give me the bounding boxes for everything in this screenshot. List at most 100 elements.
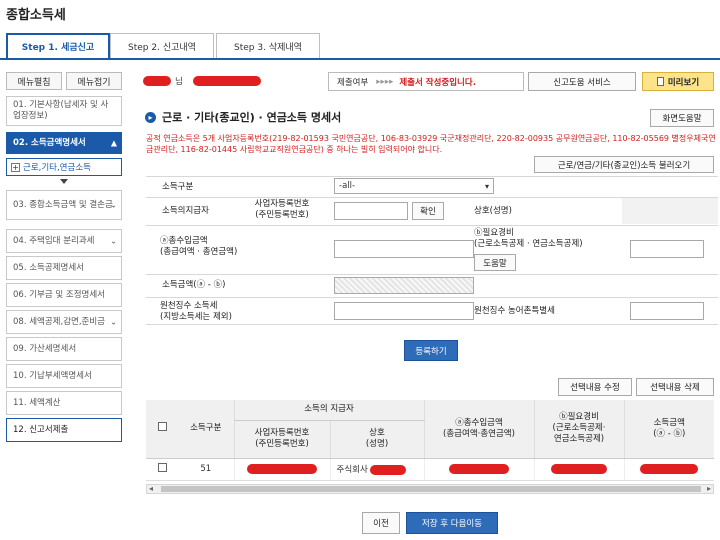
divider <box>146 297 718 298</box>
sidebar-subitem-label: 근로,기타,연금소득 <box>23 163 91 173</box>
menu-expand-button[interactable]: 메뉴펼침 <box>6 72 62 90</box>
income-table: 소득구분 소득의 지급자 ⓐ총수입금액 (총급여액·총연금액) ⓑ필요경비 (근… <box>146 400 714 494</box>
redacted-user-id <box>193 76 261 86</box>
menu-collapse-button[interactable]: 메뉴접기 <box>66 72 122 90</box>
divider <box>146 225 718 226</box>
chevron-down-icon: ▾ <box>484 181 489 191</box>
sidebar-item-basic-info[interactable]: 01. 기본사항(납세자 및 사업장정보) <box>6 96 122 126</box>
col-biz-no: 사업자등록번호 (주민등록번호) <box>233 420 330 459</box>
section-title: ▸ 근로 · 기타(종교인) · 연금소득 명세서 <box>145 109 341 125</box>
page-title: 종합소득세 <box>6 8 66 23</box>
register-button[interactable]: 등록하기 <box>404 340 458 361</box>
income-type-select[interactable]: -all- ▾ <box>334 178 494 194</box>
preview-label: 미리보기 <box>667 77 700 88</box>
row-expense <box>533 458 624 481</box>
tab-step1[interactable]: Step 1. 세금신고 <box>6 33 110 60</box>
tab-step3[interactable]: Step 3. 삭제내역 <box>216 33 320 59</box>
redacted-income-amount <box>640 464 699 474</box>
col-trade-name: 상호 (성명) <box>329 420 424 459</box>
expense-input[interactable] <box>630 240 704 258</box>
screen-help-button[interactable]: 화면도움말 <box>650 109 714 127</box>
sidebar-item-label: 11. 세액계산 <box>13 397 61 408</box>
total-income-label: ⓐ총수입금액 (총급여액 · 총연금액) <box>160 236 238 257</box>
redacted-trade-name <box>369 464 406 475</box>
chevron-down-icon: ⌄ <box>110 200 117 210</box>
status-label: 제출여부 <box>337 77 369 88</box>
select-all-checkbox[interactable] <box>157 422 167 432</box>
withholding-label: 원천징수 소득세 (지방소득세는 제외) <box>160 301 232 322</box>
sidebar-item-tax-credit[interactable]: 08. 세액공제,감면,준비금 ⌄ <box>6 310 122 334</box>
help-button[interactable]: 도움말 <box>474 254 516 271</box>
row-biz-no <box>233 458 330 481</box>
delete-selected-button[interactable]: 선택내용 삭제 <box>636 378 714 396</box>
section-title-text: 근로 · 기타(종교인) · 연금소득 명세서 <box>162 111 342 124</box>
biz-no-label: 사업자등록번호 (주민등록번호) <box>254 199 310 220</box>
scrollbar-thumb[interactable] <box>161 486 701 492</box>
edit-selected-button[interactable]: 선택내용 수정 <box>558 378 632 396</box>
caret-down-icon <box>60 179 68 184</box>
sidebar-item-label: 12. 신고서제출 <box>13 424 69 435</box>
user-suffix: 님 <box>175 77 183 87</box>
sidebar-item-total-income[interactable]: 03. 종합소득금액 및 결손금 ⌄ <box>6 190 122 220</box>
tab-step2[interactable]: Step 2. 신고내역 <box>110 33 214 59</box>
confirm-button[interactable]: 확인 <box>412 202 444 220</box>
rural-tax-input[interactable] <box>630 302 704 320</box>
col-income-type: 소득구분 <box>178 400 234 459</box>
sidebar-item-donation[interactable]: 06. 기부금 및 조정명세서 <box>6 283 122 307</box>
sidebar-item-housing-rental[interactable]: 04. 주택임대 분리과세 ⌄ <box>6 229 122 253</box>
sidebar-item-label: 01. 기본사항(납세자 및 사업장정보) <box>13 100 109 121</box>
sidebar-item-label: 08. 세액공제,감면,준비금 <box>13 316 106 327</box>
col-income-amount: 소득금액 (ⓐ - ⓑ) <box>623 400 714 459</box>
rural-tax-label: 원천징수 농어촌특별세 <box>474 306 555 316</box>
sidebar-item-label: 03. 종합소득금액 및 결손금 <box>13 199 113 210</box>
row-trade-name: 주식회사 <box>329 458 424 481</box>
horizontal-scrollbar[interactable]: ◂ ▸ <box>146 484 714 494</box>
redacted-user-name <box>143 76 171 86</box>
sidebar-item-additional-tax[interactable]: 09. 가산세명세서 <box>6 337 122 361</box>
income-amount-label: 소득금액(ⓐ - ⓑ) <box>162 280 226 290</box>
notice-text: 공적 연금소득은 5개 사업자등록번호(219-82-01593 국민연금공단,… <box>146 134 716 154</box>
sidebar-subitem-wage-pension[interactable]: + 근로,기타,연금소득 <box>6 158 122 176</box>
income-amount-field <box>334 277 474 294</box>
prev-button[interactable]: 이전 <box>362 512 400 534</box>
scroll-right-icon[interactable]: ▸ <box>707 484 711 493</box>
sidebar-item-prepaid-tax[interactable]: 10. 기납부세액명세서 <box>6 364 122 388</box>
row-total-income <box>423 458 534 481</box>
expense-label: ⓑ필요경비 (근로소득공제 · 연금소득공제) <box>474 228 583 249</box>
sidebar-item-label: 06. 기부금 및 조정명세서 <box>13 289 106 300</box>
col-payer-group: 소득의 지급자 <box>233 400 424 421</box>
row-checkbox[interactable] <box>157 463 167 472</box>
save-next-button[interactable]: 저장 후 다음이동 <box>406 512 498 534</box>
biz-no-input[interactable] <box>334 202 408 220</box>
arrow-right-icon: ▸ <box>145 111 156 123</box>
status-bar: 제출여부 ▸▸▸▸ 제출서 작성중입니다. <box>328 72 524 91</box>
redacted-biz-no <box>247 464 317 474</box>
help-service-button[interactable]: 신고도움 서비스 <box>528 72 636 91</box>
sidebar-item-label: 02. 소득금액명세서 <box>13 137 86 148</box>
status-arrows-icon: ▸▸▸▸ <box>376 76 394 87</box>
load-income-button[interactable]: 근로/연금/기타(종교인)소득 불러오기 <box>534 156 714 173</box>
payer-label: 소득의지급자 <box>162 206 209 216</box>
sidebar-item-tax-calculation[interactable]: 11. 세액계산 <box>6 391 122 415</box>
table-row[interactable]: 51 주식회사 <box>146 458 714 481</box>
sidebar-item-label: 09. 가산세명세서 <box>13 343 77 354</box>
tabs-underline <box>0 58 720 60</box>
income-type-label: 소득구분 <box>162 182 194 192</box>
sidebar-item-deduction-statement[interactable]: 05. 소득공제명세서 <box>6 256 122 280</box>
sidebar-item-income-statement[interactable]: 02. 소득금액명세서 ▲ <box>6 132 122 154</box>
col-expense: ⓑ필요경비 (근로소득공제· 연금소득공제) <box>533 400 624 459</box>
sidebar-item-submit[interactable]: 12. 신고서제출 <box>6 418 122 442</box>
scroll-left-icon[interactable]: ◂ <box>149 484 153 493</box>
row-checkbox-cell <box>146 458 178 481</box>
chevron-up-icon: ▲ <box>110 138 117 148</box>
redacted-expense <box>551 464 607 474</box>
trade-name-value <box>622 198 718 224</box>
chevron-down-icon: ⌄ <box>110 236 117 246</box>
divider <box>146 274 718 275</box>
preview-button[interactable]: 미리보기 <box>642 72 714 91</box>
withholding-input[interactable] <box>334 302 474 320</box>
total-income-input[interactable] <box>334 240 474 258</box>
divider <box>146 176 718 177</box>
divider <box>146 324 718 325</box>
sidebar-item-label: 05. 소득공제명세서 <box>13 262 84 273</box>
